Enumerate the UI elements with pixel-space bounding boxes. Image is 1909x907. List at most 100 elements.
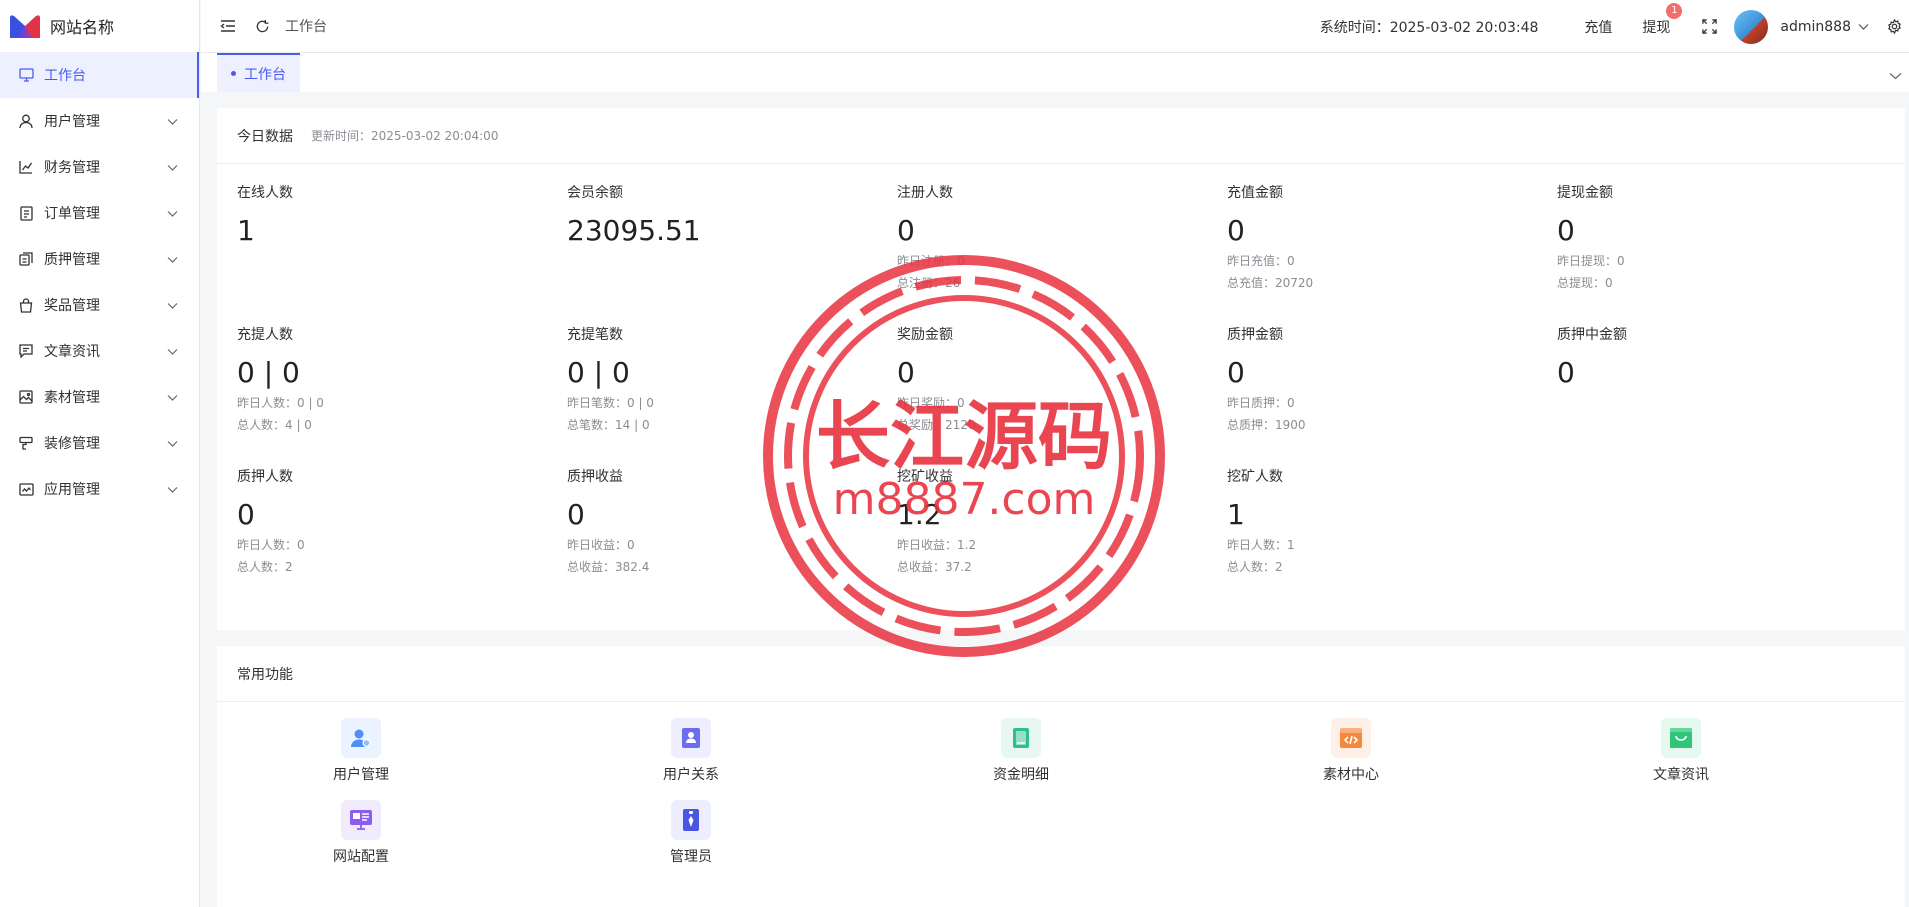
stat-value: 0 | 0 (567, 356, 630, 389)
stat-item: 质押收益 0 昨日收益：0 总收益：382.4 (567, 466, 887, 575)
function-material-center[interactable]: 素材中心 (1291, 718, 1411, 784)
stat-value: 0 (1227, 214, 1245, 247)
stat-detail-line: 昨日质押：0 (1227, 396, 1295, 410)
stat-detail-line: 昨日注册：0 (897, 254, 965, 268)
function-label: 管理员 (670, 849, 712, 865)
stat-detail-line: 昨日笔数：0 | 0 (567, 396, 654, 410)
paint-icon (18, 435, 34, 451)
tab-label: 工作台 (244, 66, 286, 83)
stat-detail: 昨日收益：1.2 总收益：37.2 (897, 537, 1217, 575)
chevron-down-icon[interactable] (1857, 18, 1869, 36)
sidebar-item-9[interactable]: 应用管理 (0, 466, 199, 512)
stat-detail: 昨日提现：0 总提现：0 (1557, 253, 1877, 291)
recharge-link[interactable]: 充值 (1584, 17, 1612, 37)
top-header: 工作台 系统时间：2025-03-02 20:03:48 充值 提现 1 adm… (201, 0, 1909, 53)
stat-detail: 昨日人数：0 | 0 总人数：4 | 0 (237, 395, 557, 433)
stat-detail-line: 昨日收益：0 (567, 538, 635, 552)
stat-label: 提现金额 (1557, 185, 1613, 201)
update-time: 更新时间：2025-03-02 20:04:00 (311, 129, 499, 143)
chevron-down-icon (167, 344, 181, 358)
function-admin[interactable]: 管理员 (631, 800, 751, 866)
sidebar-item-label: 质押管理 (44, 252, 100, 268)
stat-item: 挖矿人数 1 昨日人数：1 总人数：2 (1227, 466, 1547, 575)
stat-value: 23095.51 (567, 214, 701, 247)
stat-detail-line: 总充值：20720 (1227, 276, 1314, 290)
stat-label: 奖励金额 (897, 327, 953, 343)
chevron-down-icon (167, 252, 181, 266)
stat-value: 0 (897, 214, 915, 247)
chevron-down-icon (167, 206, 181, 220)
stat-value: 0 (1557, 214, 1575, 247)
stat-label: 质押中金额 (1557, 327, 1627, 343)
breadcrumb[interactable]: 工作台 (285, 16, 327, 36)
stat-detail-line: 总人数：4 | 0 (237, 418, 312, 432)
function-user-relation[interactable]: 用户关系 (631, 718, 751, 784)
system-time: 系统时间：2025-03-02 20:03:48 (1319, 19, 1539, 36)
sidebar-item-4[interactable]: 质押管理 (0, 236, 199, 282)
fullscreen-icon[interactable] (1700, 18, 1718, 36)
sidebar-item-label: 奖品管理 (44, 298, 100, 314)
monitor-icon (18, 67, 34, 83)
sidebar-item-label: 装修管理 (44, 436, 100, 452)
stat-value: 1.2 (897, 498, 942, 531)
order-icon (18, 205, 34, 221)
stat-value: 0 (1227, 356, 1245, 389)
stat-detail-line: 昨日提现：0 (1557, 254, 1625, 268)
function-user-manage[interactable]: 用户管理 (301, 718, 421, 784)
settings-gear-icon[interactable] (1885, 18, 1903, 36)
sidebar-item-label: 用户管理 (44, 114, 100, 130)
function-fund-detail[interactable]: 资金明细 (961, 718, 1081, 784)
stat-detail-line: 总提现：0 (1557, 276, 1613, 290)
tab-workbench[interactable]: 工作台 (217, 53, 300, 92)
sidebar-item-0[interactable]: 工作台 (0, 52, 199, 98)
stat-item: 充值金额 0 昨日充值：0 总充值：20720 (1227, 182, 1547, 291)
stat-detail-line: 总笔数：14 | 0 (567, 418, 650, 432)
stat-item: 质押人数 0 昨日人数：0 总人数：2 (237, 466, 557, 575)
sidebar-item-5[interactable]: 奖品管理 (0, 282, 199, 328)
function-label: 用户关系 (663, 767, 719, 783)
stat-item: 提现金额 0 昨日提现：0 总提现：0 (1557, 182, 1877, 291)
stat-item: 会员余额 23095.51 (567, 182, 887, 247)
username[interactable]: admin888 (1780, 19, 1851, 35)
stat-detail-line: 总质押：1900 (1227, 418, 1306, 432)
function-label: 文章资讯 (1653, 767, 1709, 783)
withdraw-label: 提现 (1642, 19, 1671, 36)
stat-label: 充提人数 (237, 327, 293, 343)
sidebar-item-6[interactable]: 文章资讯 (0, 328, 199, 374)
sidebar-item-label: 应用管理 (44, 482, 100, 498)
function-article[interactable]: 文章资讯 (1621, 718, 1741, 784)
avatar[interactable] (1734, 9, 1769, 44)
sidebar-item-label: 素材管理 (44, 390, 100, 406)
logo[interactable]: 网站名称 (0, 0, 199, 52)
function-site-config[interactable]: 网站配置 (301, 800, 421, 866)
admin-icon (671, 800, 711, 840)
stat-value: 0 (567, 498, 585, 531)
stat-detail-line: 昨日奖励：0 (897, 396, 965, 410)
sidebar-item-1[interactable]: 用户管理 (0, 98, 199, 144)
stat-label: 在线人数 (237, 185, 293, 201)
stat-detail-line: 总人数：2 (1227, 560, 1283, 574)
material-center-icon (1331, 718, 1371, 758)
stat-detail-line: 总注册：26 (897, 276, 961, 290)
refresh-icon[interactable] (253, 17, 271, 35)
stat-label: 挖矿人数 (1227, 469, 1283, 485)
collapse-menu-icon[interactable] (219, 17, 237, 35)
user-icon (18, 113, 34, 129)
chevron-down-icon (167, 160, 181, 174)
image-icon (18, 389, 34, 405)
sidebar-item-3[interactable]: 订单管理 (0, 190, 199, 236)
function-label: 网站配置 (333, 849, 389, 865)
sidebar-item-8[interactable]: 装修管理 (0, 420, 199, 466)
sidebar-item-7[interactable]: 素材管理 (0, 374, 199, 420)
sidebar-item-2[interactable]: 财务管理 (0, 144, 199, 190)
stat-item: 质押中金额 0 (1557, 324, 1877, 389)
withdraw-link[interactable]: 提现 1 (1642, 2, 1683, 37)
stat-detail: 昨日收益：0 总收益：382.4 (567, 537, 887, 575)
stat-detail-line: 总奖励：2120 (897, 418, 976, 432)
chevron-down-icon (167, 114, 181, 128)
pledge-icon (18, 251, 34, 267)
sidebar-item-label: 工作台 (44, 68, 86, 84)
stat-item: 奖励金额 0 昨日奖励：0 总奖励：2120 (897, 324, 1217, 433)
function-label: 用户管理 (333, 767, 389, 783)
tabs-dropdown-icon[interactable] (1889, 65, 1903, 80)
